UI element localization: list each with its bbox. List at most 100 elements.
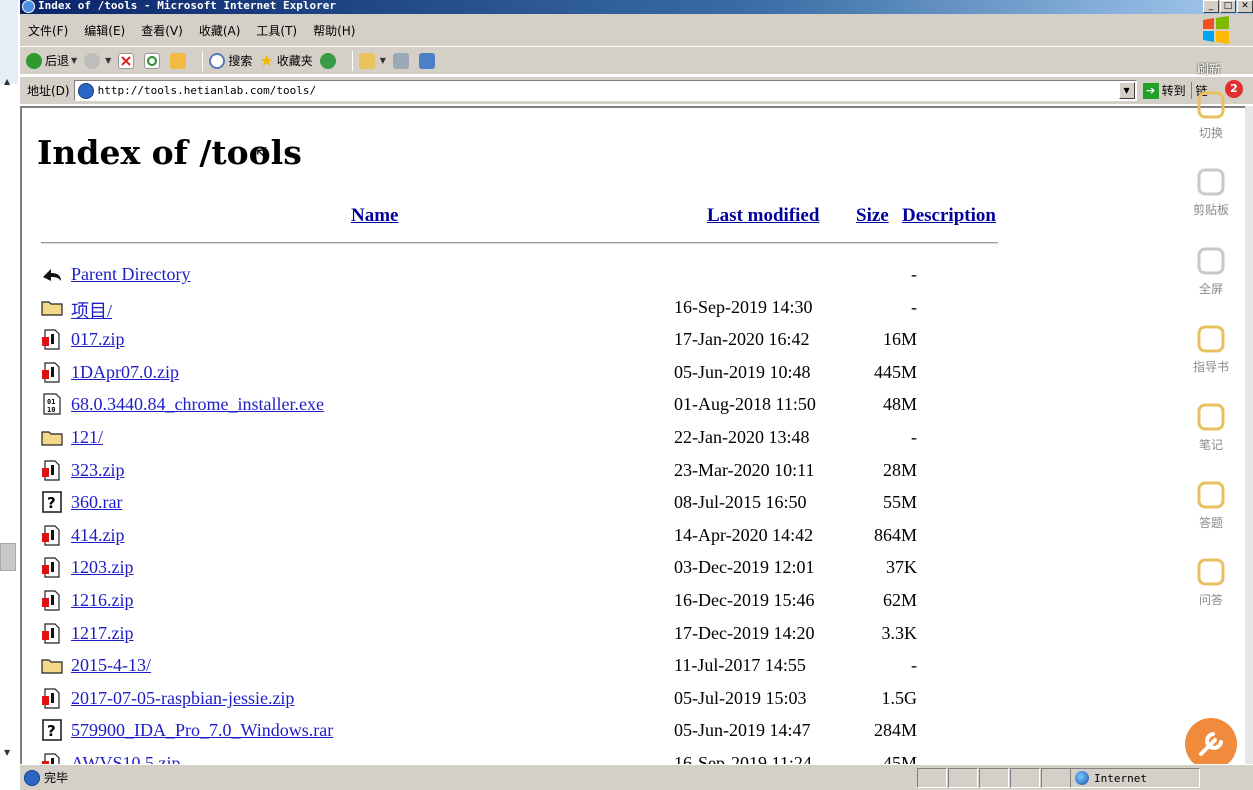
status-cell (1041, 768, 1071, 788)
sidebar-item-note[interactable]: 笔记 (1185, 400, 1237, 453)
sidebar-item-label: 指导书 (1192, 360, 1229, 374)
size-cell: 45M (882, 753, 917, 764)
last-modified-cell: 17-Dec-2019 14:20 (674, 622, 815, 643)
table-row: ? 360.rar 08-Jul-2015 16:50 55M (41, 488, 1001, 518)
go-button[interactable]: ➔ 转到 (1142, 82, 1186, 99)
back-icon (41, 263, 63, 285)
size-cell: 37K (886, 557, 917, 578)
column-header-name[interactable]: Name (351, 205, 398, 227)
size-cell: - (911, 655, 917, 676)
archive-icon (41, 556, 63, 578)
status-text: 完毕 (44, 771, 69, 785)
file-link[interactable]: 323.zip (71, 460, 125, 481)
menu-favorites[interactable]: 收藏(A) (199, 22, 241, 39)
media-button[interactable] (319, 52, 339, 69)
size-cell: 284M (873, 720, 917, 741)
favorites-button[interactable]: ★ 收藏夹 (259, 52, 312, 69)
file-link[interactable]: 1203.zip (71, 557, 134, 578)
file-link[interactable]: 414.zip (71, 525, 125, 546)
sidebar-refresh-label[interactable]: 刷新 (1197, 60, 1221, 77)
go-arrow-icon: ➔ (1142, 82, 1159, 99)
security-zone[interactable]: Internet (1070, 768, 1200, 788)
last-modified-cell: 17-Jan-2020 16:42 (674, 329, 810, 350)
file-link[interactable]: 68.0.3440.84_chrome_installer.exe (71, 394, 324, 415)
last-modified-cell: 23-Mar-2020 10:11 (674, 459, 815, 480)
file-link[interactable]: 579900_IDA_Pro_7.0_Windows.rar (71, 720, 333, 741)
sidebar-item-switch[interactable]: 切换 (1185, 88, 1237, 141)
sidebar-item-label: 切换 (1198, 126, 1223, 140)
menu-file[interactable]: 文件(F) (28, 22, 68, 39)
menu-edit[interactable]: 编辑(E) (84, 22, 125, 39)
tools-wrench-icon[interactable] (1185, 718, 1237, 770)
left-scroll-strip: ▲ ▼ (0, 0, 20, 790)
file-link[interactable]: 项目/ (71, 297, 112, 323)
menu-view[interactable]: 查看(V) (141, 22, 183, 39)
table-row: 1216.zip 16-Dec-2019 15:46 62M (41, 586, 1001, 616)
home-button[interactable] (170, 52, 189, 69)
file-link[interactable]: Parent Directory (71, 264, 190, 285)
file-link[interactable]: 1DApr07.0.zip (71, 362, 179, 383)
stop-button[interactable] (118, 52, 137, 69)
scroll-down-arrow-icon[interactable]: ▼ (4, 748, 10, 757)
file-link[interactable]: AWVS10.5.zip (71, 753, 181, 764)
table-row: Parent Directory - (41, 260, 1001, 290)
table-row: 项目/16-Sep-2019 14:30 - (41, 293, 1001, 323)
home-icon (170, 52, 187, 69)
address-dropdown-icon[interactable]: ▼ (1118, 82, 1135, 99)
search-icon (209, 52, 226, 69)
back-dropdown-icon[interactable]: ▼ (71, 56, 77, 65)
table-row: ? 579900_IDA_Pro_7.0_Windows.rar 05-Jun-20… (41, 716, 1001, 746)
clipboard-icon (1194, 165, 1228, 199)
forward-dropdown-icon[interactable]: ▼ (105, 56, 111, 65)
forward-button[interactable]: ▼ (84, 52, 111, 69)
scroll-up-arrow-icon[interactable]: ▲ (4, 77, 10, 86)
sidebar-item-guide[interactable]: 指导书 (1185, 322, 1237, 375)
address-input[interactable] (97, 84, 1078, 97)
file-link[interactable]: 1216.zip (71, 590, 134, 611)
sidebar-item-answer[interactable]: 答题 (1185, 478, 1237, 531)
file-link[interactable]: 2015-4-13/ (71, 655, 151, 676)
edit-button[interactable] (418, 52, 438, 69)
last-modified-cell: 03-Dec-2019 12:01 (674, 557, 815, 578)
file-link[interactable]: 1217.zip (71, 623, 134, 644)
address-field[interactable]: ▼ (73, 80, 1137, 101)
mail-icon (358, 52, 375, 69)
table-row: 1203.zip 03-Dec-2019 12:01 37K (41, 553, 1001, 583)
column-header-last-modified[interactable]: Last modified (707, 205, 819, 227)
table-row: 414.zip 14-Apr-2020 14:42 864M (41, 521, 1001, 551)
print-button[interactable] (392, 52, 412, 69)
go-label: 转到 (1161, 84, 1186, 98)
column-header-description[interactable]: Description (902, 205, 996, 227)
file-link[interactable]: 017.zip (71, 329, 125, 350)
answer-icon (1194, 478, 1228, 512)
table-row: 1DApr07.0.zip 05-Jun-2019 10:48 445M (41, 358, 1001, 388)
mail-dropdown-icon[interactable]: ▼ (380, 56, 386, 65)
status-page-icon (24, 769, 40, 786)
left-scrollbar-thumb[interactable] (0, 543, 16, 571)
last-modified-cell: 08-Jul-2015 16:50 (674, 492, 807, 513)
guide-icon (1194, 322, 1228, 356)
back-button[interactable]: 后退 ▼ (26, 52, 77, 69)
search-button[interactable]: 搜索 (209, 52, 252, 69)
mail-button[interactable]: ▼ (358, 52, 386, 69)
favorites-star-icon: ★ (259, 50, 274, 70)
file-link[interactable]: 360.rar (71, 492, 122, 513)
menu-help[interactable]: 帮助(H) (313, 22, 355, 39)
menu-tools[interactable]: 工具(T) (256, 22, 297, 39)
column-header-size[interactable]: Size (856, 205, 889, 227)
sidebar-item-fullscreen[interactable]: 全屏 (1185, 244, 1237, 297)
favorites-label: 收藏夹 (276, 54, 313, 68)
refresh-button[interactable] (144, 52, 163, 69)
stop-icon (118, 52, 135, 69)
last-modified-cell: 16-Dec-2019 15:46 (674, 590, 815, 610)
table-row: 2017-07-05-raspbian-jessie.zip 05-Jul-201… (41, 684, 1001, 714)
file-link[interactable]: 121/ (71, 427, 103, 448)
sidebar-item-clipboard[interactable]: 剪贴板 (1185, 165, 1237, 218)
menu-bar: 文件(F) 编辑(E) 查看(V) 收藏(A) 工具(T) 帮助(H) (20, 14, 1253, 46)
sidebar-item-qa[interactable]: 问答 (1185, 555, 1237, 608)
standard-toolbar: 后退 ▼ ▼ 搜索 ★ 收藏夹 ▼ (20, 46, 1253, 74)
left-panel-edge (0, 0, 18, 84)
file-link[interactable]: 2017-07-05-raspbian-jessie.zip (71, 688, 294, 709)
toolbar-separator (351, 50, 353, 71)
search-label: 搜索 (228, 54, 253, 68)
